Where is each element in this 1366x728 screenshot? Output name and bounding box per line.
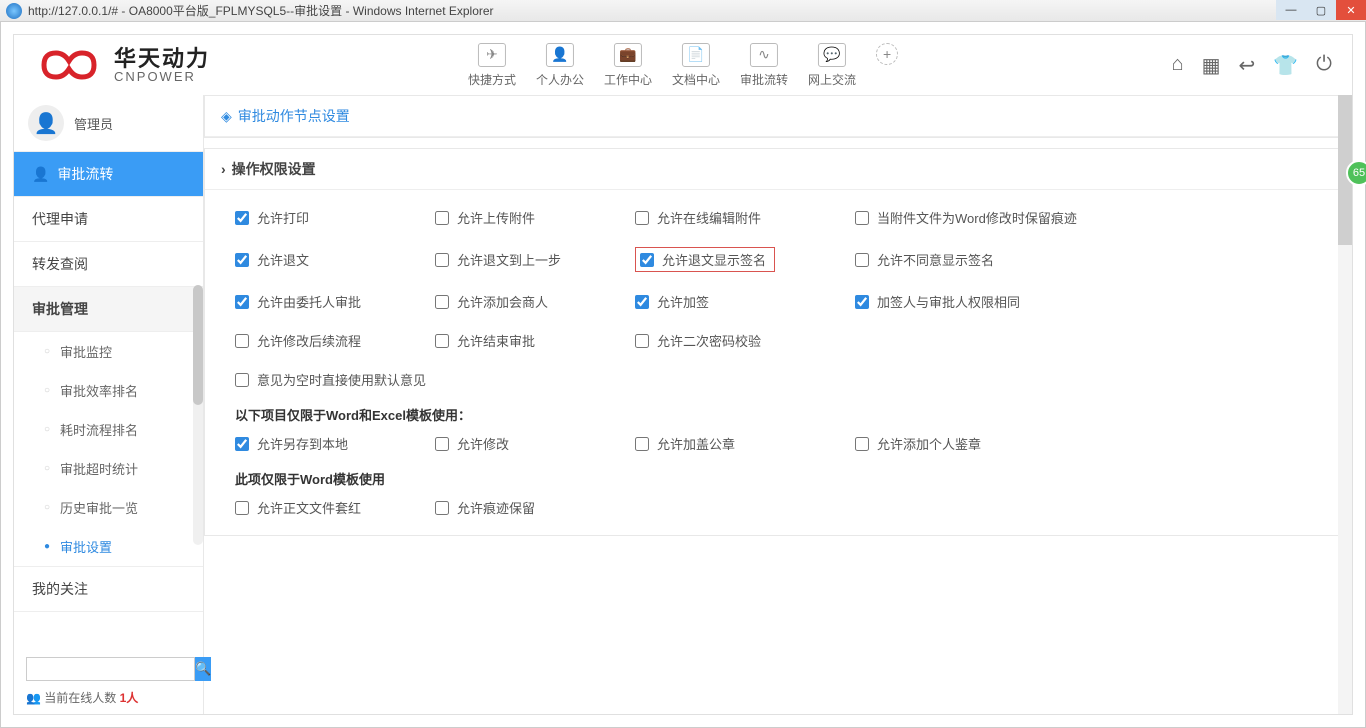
nav-quick[interactable]: ✈快捷方式 [468,43,516,88]
top-nav: ✈快捷方式 👤个人办公 💼工作中心 📄文档中心 ∿审批流转 💬网上交流 + [468,43,898,88]
chk-print[interactable]: 允许打印 [235,208,435,227]
sidebar-item-proxy[interactable]: 代理申请 [14,197,203,242]
chat-icon: 💬 [818,43,846,67]
panel-node-header[interactable]: ◈审批动作节点设置 [205,96,1345,137]
chk-keep-trace[interactable]: 允许痕迹保留 [435,498,635,517]
chk-return[interactable]: 允许退文 [235,250,435,269]
logo-mark-icon [34,48,104,82]
sub-rank[interactable]: 审批效率排名 [14,371,203,410]
sub-history[interactable]: 历史审批一览 [14,488,203,527]
search-input[interactable] [26,657,195,681]
chk-save-local[interactable]: 允许另存到本地 [235,434,435,453]
chk-modify[interactable]: 允许修改 [435,434,635,453]
note-word-excel: 以下项目仅限于Word和Excel模板使用： [235,389,1315,434]
logo: 华天动力 CNPOWER [34,48,210,83]
maximize-button[interactable]: ▢ [1306,0,1336,20]
nav-work[interactable]: 💼工作中心 [604,43,652,88]
chk-upload[interactable]: 允许上传附件 [435,208,635,227]
chk-disagree-sign[interactable]: 允许不同意显示签名 [855,250,1115,269]
logo-text-en: CNPOWER [114,70,210,83]
chk-return-prev[interactable]: 允许退文到上一步 [435,250,635,269]
send-icon: ✈ [478,43,506,67]
chk-word-track[interactable]: 当附件文件为Word修改时保留痕迹 [855,208,1115,227]
header: 华天动力 CNPOWER ✈快捷方式 👤个人办公 💼工作中心 📄文档中心 ∿审批… [14,35,1352,95]
nav-approval[interactable]: ∿审批流转 [740,43,788,88]
briefcase-icon: 💼 [614,43,642,67]
logo-text-cn: 华天动力 [114,48,210,70]
chk-cosign-same[interactable]: 加签人与审批人权限相同 [855,292,1115,311]
chk-add-consult[interactable]: 允许添加会商人 [435,292,635,311]
content-scrollbar[interactable] [1338,95,1352,714]
sub-settings[interactable]: 审批设置 [14,527,203,566]
chk-personal-seal[interactable]: 允许添加个人鉴章 [855,434,1115,453]
sidebar-active[interactable]: 审批流转 [14,152,203,197]
sidebar-sublist: 审批监控 审批效率排名 耗时流程排名 审批超时统计 历史审批一览 审批设置 [14,332,203,567]
sidebar-item-forward[interactable]: 转发查阅 [14,242,203,287]
chk-cosign[interactable]: 允许加签 [635,292,855,311]
sub-timeout[interactable]: 审批超时统计 [14,449,203,488]
sub-monitor[interactable]: 审批监控 [14,332,203,371]
user-name: 管理员 [74,114,113,133]
sub-time[interactable]: 耗时流程排名 [14,410,203,449]
address-title: http://127.0.0.1/# - OA8000平台版_FPLMYSQL5… [28,2,1360,19]
window-controls: — ▢ ✕ [1276,0,1366,20]
chk-edit-online[interactable]: 允许在线编辑附件 [635,208,855,227]
chk-delegate[interactable]: 允许由委托人审批 [235,292,435,311]
online-status: 👥 当前在线人数 1人 [26,689,191,706]
chk-modify-flow[interactable]: 允许修改后续流程 [235,331,435,350]
doc-icon: 📄 [682,43,710,67]
home-icon[interactable]: ⌂ [1172,53,1184,78]
nav-add[interactable]: + [876,43,898,88]
chk-end-approval[interactable]: 允许结束审批 [435,331,635,350]
ie-icon [6,3,22,19]
sidebar-scroll-thumb[interactable] [193,285,203,405]
nav-personal[interactable]: 👤个人办公 [536,43,584,88]
user-icon: 👤 [546,43,574,67]
avatar-icon: 👤 [28,105,64,141]
power-icon[interactable]: ⏻ [1316,53,1332,78]
shirt-icon[interactable]: 👕 [1273,53,1298,78]
chk-return-sign[interactable]: 允许退文显示签名 [640,250,766,269]
sidebar-search: 🔍 [26,657,191,681]
close-button[interactable]: ✕ [1336,0,1366,20]
note-word-only: 此项仅限于Word模板使用 [235,453,1315,498]
nav-doc[interactable]: 📄文档中心 [672,43,720,88]
sidebar-group-approval[interactable]: 审批管理 [14,287,203,332]
panel-perm: › 操作权限设置 允许打印 允许上传附件 允许在线编辑附件 当附件文件为Word… [204,148,1346,536]
minimize-button[interactable]: — [1276,0,1306,20]
flow-icon: ∿ [750,43,778,67]
header-actions: ⌂ ▦ ↩ 👕 ⏻ [1172,53,1333,78]
apps-icon[interactable]: ▦ [1202,53,1221,78]
chevron-right-icon: › [221,161,226,177]
expand-icon: ◈ [221,108,232,125]
plus-icon: + [876,43,898,65]
sidebar-scrollbar[interactable] [193,285,203,545]
nav-chat[interactable]: 💬网上交流 [808,43,856,88]
sidebar-myfollow[interactable]: 我的关注 [14,567,203,612]
notification-badge[interactable]: 65 [1346,160,1366,186]
panel-node: ◈审批动作节点设置 [204,95,1346,138]
sidebar: 👤 管理员 审批流转 代理申请 转发查阅 审批管理 审批监控 审批效率排名 耗时… [14,95,204,714]
reply-icon[interactable]: ↩ [1239,53,1256,78]
titlebar: http://127.0.0.1/# - OA8000平台版_FPLMYSQL5… [0,0,1366,22]
chk-2nd-pwd[interactable]: 允许二次密码校验 [635,331,855,350]
content: ◈审批动作节点设置 › 操作权限设置 允许打印 允许上传附件 允许在线编辑附件 … [204,95,1352,714]
chk-red-header[interactable]: 允许正文文件套红 [235,498,435,517]
chk-seal[interactable]: 允许加盖公章 [635,434,855,453]
panel-perm-header[interactable]: › 操作权限设置 [205,149,1345,190]
chk-default-opinion[interactable]: 意见为空时直接使用默认意见 [235,370,1115,389]
user-row: 👤 管理员 [14,95,203,152]
